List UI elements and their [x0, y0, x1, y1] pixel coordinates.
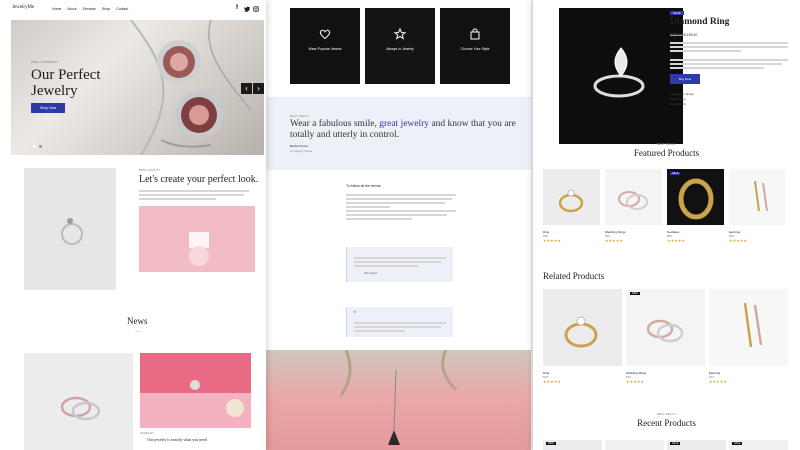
category-card[interactable]: Wear Popular Jewels [290, 8, 360, 84]
shop-page-preview: SALE Diamond Ring $150.00 $ 139.00 Buy N… [533, 0, 800, 450]
product-new-badge: NEW [630, 292, 640, 295]
product-sale-badge: SALE [670, 11, 684, 15]
quote-text: Wear a fabulous smile, great jewelry and… [290, 119, 516, 140]
quote-author-role: Company Owner [290, 149, 313, 153]
product-card-image[interactable] [543, 169, 600, 225]
product-meta: Categories: Rings Tags: Rings Reviews (0… [670, 92, 694, 106]
quote-kicker: BEST DEALS [290, 114, 309, 118]
pampas-necklace-image [266, 349, 531, 450]
product-sale-badge: SALE [670, 442, 681, 445]
shopping-bag-icon [470, 28, 480, 40]
product-card-image[interactable]: NEW [543, 440, 602, 450]
hero-title: Our Perfect Jewelry [31, 67, 101, 99]
product-title: Diamond Ring [670, 17, 730, 27]
main-nav: Home About Services Shop Contact [52, 7, 128, 11]
pink-jewelry-image [139, 206, 255, 272]
quote-band: BEST DEALS Wear a fabulous smile, great … [266, 97, 531, 170]
product-sale-badge: SALE [670, 172, 681, 175]
facebook-icon[interactable]: f [236, 5, 238, 11]
slider-dot-active[interactable] [33, 145, 36, 148]
about-page-preview: Wear Popular Jewels Always in Jewelry Ch… [266, 0, 531, 450]
ring-feature-image [24, 168, 116, 290]
related-title: Related Products [543, 271, 605, 281]
testimonial-author: Mia Taylor [364, 271, 378, 275]
product-card-info: Earrings $49 ★★★★★ [729, 230, 747, 243]
featured-title: Featured Products [633, 148, 700, 158]
slider-prev-arrow[interactable]: ‹ [241, 83, 252, 94]
feature-paragraph [139, 188, 249, 202]
product-card-image[interactable] [709, 289, 788, 366]
product-card-info: Wedding Rings $69 ★★★★★ [605, 230, 626, 243]
product-card-image[interactable]: SALE [729, 440, 788, 450]
product-card-image[interactable] [605, 169, 662, 225]
quote-author: Bertha Torres [290, 144, 308, 148]
product-price: $150.00 $ 139.00 [670, 33, 698, 37]
testimonial-block: ❝ [346, 307, 453, 337]
article-heading: To follow all the trends [346, 184, 381, 188]
category-label: Always in Jewelry [386, 47, 414, 51]
heart-icon [319, 29, 331, 40]
category-card[interactable]: Always in Jewelry [365, 8, 435, 84]
news-post-category: JEWELRY [140, 431, 155, 435]
recent-title: Recent Products [637, 418, 696, 428]
category-label: Choose Your Style [460, 47, 490, 51]
nav-item-home[interactable]: Home [52, 7, 61, 11]
homepage-preview: JewelryMe Home About Services Shop Conta… [0, 0, 266, 450]
product-card-info: Wedding Rings $69 ★★★★★ [626, 371, 647, 384]
slider-next-arrow[interactable]: › [253, 83, 264, 94]
product-card-image[interactable]: SALE [667, 440, 726, 450]
product-sale-badge: SALE [732, 442, 743, 445]
star-icon [394, 28, 406, 40]
product-card-image[interactable] [605, 440, 664, 450]
nav-item-shop[interactable]: Shop [102, 7, 110, 11]
nav-item-services[interactable]: Services [83, 7, 96, 11]
hero-shop-button[interactable]: Shop Now [31, 103, 66, 113]
product-card-info: Ring $99 ★★★★★ [543, 230, 561, 243]
product-main-image[interactable] [559, 8, 683, 144]
article-paragraph [346, 208, 456, 222]
product-card-info: Ring $99 ★★★★★ [543, 371, 561, 384]
product-card-info: Earrings $49 ★★★★★ [709, 371, 727, 384]
product-card-info: Necklace $85 ★★★★★ [667, 230, 685, 243]
category-card[interactable]: Choose Your Style [440, 8, 510, 84]
slider-dot[interactable] [39, 145, 42, 148]
news-rings-image[interactable] [24, 353, 133, 450]
product-new-badge: NEW [546, 442, 556, 445]
quote-mark-icon: ❝ [353, 310, 357, 317]
hero-slider: New Collection Our Perfect Jewelry Shop … [11, 20, 264, 155]
instagram-icon[interactable] [253, 6, 259, 12]
feature-title: Let's create your perfect look. [139, 174, 259, 185]
product-card-image[interactable] [729, 169, 786, 225]
twitter-icon[interactable] [244, 6, 250, 12]
nav-item-contact[interactable]: Contact [116, 7, 128, 11]
site-logo[interactable]: JewelryMe [12, 5, 34, 10]
product-card-image[interactable]: NEW [626, 289, 705, 366]
featured-kicker: BEST DEALS [657, 142, 676, 146]
feature-kicker: BEST QUALITY [139, 168, 161, 172]
news-divider: — [135, 330, 140, 335]
category-label: Wear Popular Jewels [308, 47, 342, 51]
news-post-title[interactable]: Our jewelry is exactly what you need [147, 437, 207, 442]
product-description [670, 40, 788, 71]
site-header: JewelryMe Home About Services Shop Conta… [0, 0, 266, 20]
news-post-image[interactable] [140, 353, 251, 428]
nav-item-about[interactable]: About [67, 7, 76, 11]
product-card-image[interactable] [543, 289, 622, 366]
testimonial-block: Mia Taylor [346, 247, 453, 282]
news-section-title: News [127, 316, 148, 326]
hero-kicker: New Collection [31, 59, 58, 64]
product-card-image[interactable]: SALE [667, 169, 724, 225]
buy-now-button[interactable]: Buy Now [670, 74, 701, 84]
recent-kicker: BEST DEALS [657, 412, 676, 416]
